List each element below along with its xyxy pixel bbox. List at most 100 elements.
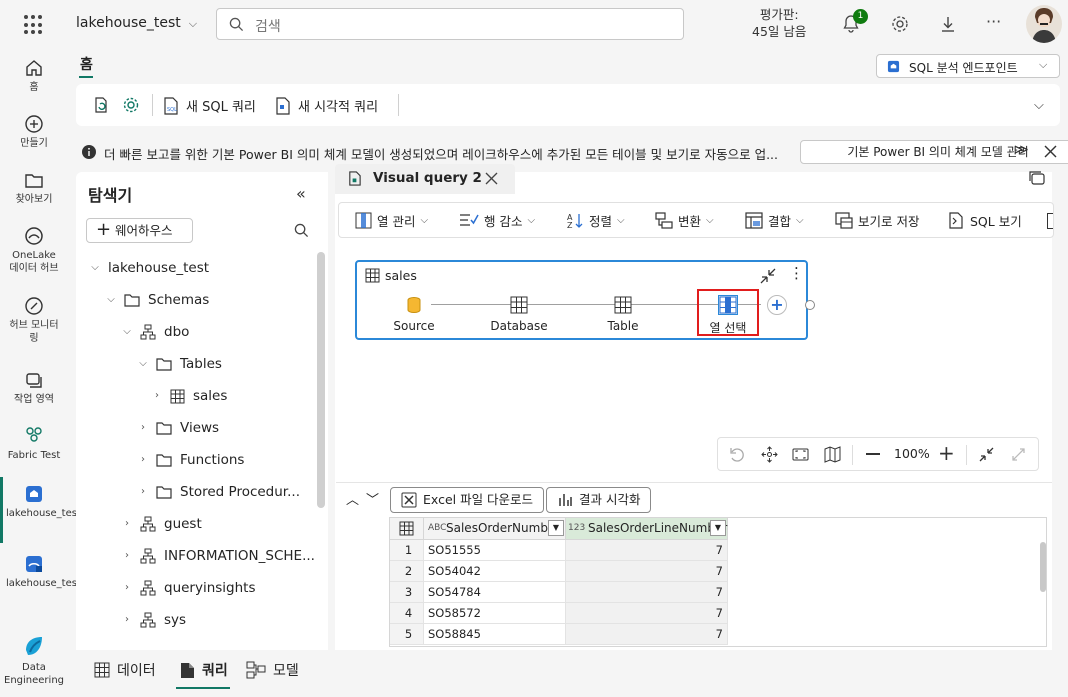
settings-icon[interactable] bbox=[122, 96, 140, 114]
pan-icon[interactable] bbox=[761, 446, 778, 463]
nav-browse[interactable]: 찾아보기 bbox=[0, 170, 68, 206]
tab-query[interactable]: 쿼리 bbox=[180, 660, 228, 680]
monitor-icon bbox=[25, 297, 43, 315]
nav-monitor[interactable]: 허브 모니터링 bbox=[0, 296, 68, 345]
undo-icon[interactable] bbox=[728, 446, 745, 463]
add-step-button[interactable]: + bbox=[767, 295, 787, 315]
more-toolbar-icon[interactable] bbox=[1047, 213, 1053, 229]
visualize-results-label: 결과 시각화 bbox=[579, 492, 641, 507]
tab-visual-query[interactable]: Visual query 2 bbox=[335, 164, 515, 194]
collapse-icon[interactable] bbox=[759, 267, 777, 285]
map-icon[interactable] bbox=[824, 446, 841, 463]
combine-button[interactable]: 결합 ⌵ bbox=[745, 211, 804, 230]
search-icon[interactable] bbox=[294, 223, 309, 238]
tree-item-sales[interactable]: › sales bbox=[152, 384, 227, 408]
add-warehouse-button[interactable]: + 웨어하우스 bbox=[86, 218, 193, 243]
tree-item-tables[interactable]: ⌵ Tables bbox=[138, 352, 222, 376]
chevron-down-icon: ⌵ bbox=[107, 294, 115, 305]
query-toolbar: 열 관리 ⌵ 행 감소 ⌵ AZ 정렬 ⌵ 변환 ⌵ 결합 ⌵ 보기로 저장 SQL 보기 bbox=[338, 202, 1054, 238]
gear-icon[interactable] bbox=[890, 14, 910, 34]
tree-item-queryinsights[interactable]: › queryinsights bbox=[122, 576, 256, 600]
nav-lakehouse-endpoint[interactable]: lakehouse_test bbox=[0, 554, 81, 590]
tree-item-schemas[interactable]: ⌵ Schemas bbox=[106, 288, 209, 312]
download-excel-button[interactable]: Excel 파일 다운로드 bbox=[390, 487, 545, 513]
close-icon[interactable] bbox=[1044, 145, 1057, 158]
view-sql-button[interactable]: SQL 보기 bbox=[947, 211, 1022, 230]
notification-badge: 1 bbox=[853, 9, 868, 24]
tree-item-information-schema[interactable]: › INFORMATION_SCHE... bbox=[122, 544, 315, 568]
nav-home[interactable]: 홈 bbox=[0, 58, 68, 94]
svg-text:Z: Z bbox=[567, 221, 573, 229]
new-visual-query-label: 새 시각적 쿼리 bbox=[298, 100, 379, 115]
transform-button[interactable]: 변환 ⌵ bbox=[655, 211, 714, 230]
sort-button[interactable]: AZ 정렬 ⌵ bbox=[567, 211, 625, 230]
nav-lakehouse-active[interactable]: lakehouse_test bbox=[0, 484, 81, 520]
endpoint-selector[interactable]: SQL 분석 엔드포인트 ⌵ bbox=[876, 54, 1060, 78]
nav-create[interactable]: 만들기 bbox=[0, 114, 68, 150]
bar-chart-icon bbox=[559, 494, 572, 506]
avatar[interactable] bbox=[1026, 5, 1062, 43]
lakehouse-icon bbox=[26, 486, 42, 502]
nav-workspaces[interactable]: 작업 영역 bbox=[0, 370, 68, 406]
column-header-salesorderlinenumber[interactable]: 123 SalesOrderLineNumber ▼ bbox=[566, 518, 728, 540]
chevron-down-icon[interactable]: ﹀ bbox=[366, 489, 379, 508]
folder-icon bbox=[156, 358, 172, 371]
restore-icon[interactable] bbox=[1028, 170, 1046, 186]
column-filter-dropdown[interactable]: ▼ bbox=[710, 520, 726, 536]
tab-home[interactable]: 홈 bbox=[80, 54, 93, 74]
collapse-pane-icon[interactable]: « bbox=[296, 184, 306, 203]
refresh-icon[interactable] bbox=[92, 96, 110, 114]
manage-columns-button[interactable]: 열 관리 ⌵ bbox=[355, 211, 428, 230]
expand-icon[interactable] bbox=[1010, 446, 1027, 463]
tree-label: Schemas bbox=[148, 292, 210, 308]
workspace-selector[interactable]: lakehouse_test ⌵ bbox=[76, 15, 197, 31]
results-grid: ABC SalesOrderNumber ▼ 123 SalesOrderLin… bbox=[389, 517, 1047, 647]
app-launcher-icon[interactable] bbox=[24, 15, 44, 35]
chevron-right-icon: › bbox=[155, 390, 159, 401]
zoom-out-icon[interactable] bbox=[866, 453, 880, 455]
grid-corner[interactable] bbox=[390, 518, 424, 540]
fit-view-icon[interactable] bbox=[792, 446, 809, 463]
chevron-up-icon[interactable]: ︿ bbox=[346, 489, 359, 508]
tab-model[interactable]: 모델 bbox=[246, 660, 299, 680]
query-step-card[interactable]: sales ⋮ Source Database Table 열 선택 + bbox=[355, 260, 815, 340]
zoom-in-icon[interactable]: + bbox=[938, 441, 955, 465]
tab-data[interactable]: 데이터 bbox=[94, 660, 156, 680]
schema-icon bbox=[140, 612, 156, 628]
visualize-results-button[interactable]: 결과 시각화 bbox=[546, 487, 652, 513]
more-options-icon[interactable]: ··· bbox=[986, 12, 1001, 31]
search-box[interactable]: 검색 bbox=[216, 8, 684, 40]
chevron-down-icon: ⌵ bbox=[706, 215, 714, 226]
step-database[interactable]: Database bbox=[484, 296, 554, 333]
expand-ribbon-icon[interactable]: ⌵ bbox=[1034, 98, 1044, 113]
trial-status[interactable]: 평가판: 45일 남음 bbox=[752, 6, 806, 40]
tree-item-views[interactable]: › Views bbox=[138, 416, 219, 440]
collapse-icon[interactable] bbox=[978, 446, 995, 463]
new-sql-query-button[interactable]: SQL 새 SQL 쿼리 bbox=[162, 96, 256, 115]
nav-data-engineering[interactable]: Data Engineering bbox=[0, 634, 68, 687]
save-as-view-button[interactable]: 보기로 저장 bbox=[835, 211, 919, 230]
step-source[interactable]: Source bbox=[379, 296, 449, 333]
tree-item-functions[interactable]: › Functions bbox=[138, 448, 244, 472]
step-table[interactable]: Table bbox=[588, 296, 658, 333]
step-choose-columns[interactable]: 열 선택 bbox=[693, 295, 763, 336]
ribbon: SQL 새 SQL 쿼리 새 시각적 쿼리 ⌵ bbox=[76, 84, 1060, 126]
tree-item-sys[interactable]: › sys bbox=[122, 608, 186, 632]
download-icon[interactable] bbox=[938, 14, 958, 34]
column-header-salesordernumber[interactable]: ABC SalesOrderNumber ▼ bbox=[424, 518, 566, 540]
nav-fabric-test[interactable]: Fabric Test bbox=[0, 424, 68, 462]
tree-item-lakehouse[interactable]: ⌵ lakehouse_test bbox=[90, 256, 209, 280]
tree-item-dbo[interactable]: ⌵ dbo bbox=[122, 320, 189, 344]
close-icon[interactable] bbox=[485, 172, 498, 185]
tree-item-guest[interactable]: › guest bbox=[122, 512, 202, 536]
card-menu-icon[interactable]: ⋮ bbox=[789, 264, 804, 282]
tree-item-stored-procedures[interactable]: › Stored Procedur... bbox=[138, 480, 300, 504]
reduce-rows-button[interactable]: 행 감소 ⌵ bbox=[459, 211, 535, 230]
sql-endpoint-icon bbox=[26, 556, 42, 572]
explorer-scrollbar[interactable] bbox=[317, 252, 325, 508]
new-visual-query-button[interactable]: 새 시각적 쿼리 bbox=[274, 96, 378, 115]
nav-onelake[interactable]: OneLake 데이터 허브 bbox=[0, 226, 68, 275]
grid-vertical-scrollbar[interactable] bbox=[1040, 542, 1046, 592]
collapse-banner-icon[interactable]: ≫ bbox=[1014, 142, 1029, 158]
column-filter-dropdown[interactable]: ▼ bbox=[548, 520, 564, 536]
